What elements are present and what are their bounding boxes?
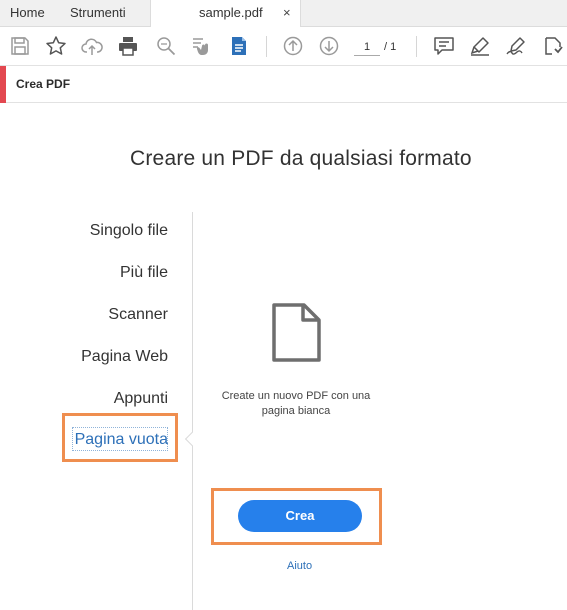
option-scanner[interactable]: Scanner bbox=[108, 306, 168, 324]
help-link[interactable]: Aiuto bbox=[287, 560, 312, 572]
page-total: / 1 bbox=[384, 41, 397, 53]
tab-bar: Home Strumenti sample.pdf × bbox=[0, 0, 567, 28]
panel-header: Crea PDF bbox=[0, 66, 567, 103]
save-icon[interactable] bbox=[9, 35, 31, 57]
panel-accent-bar bbox=[0, 66, 6, 103]
toolbar-separator bbox=[416, 36, 417, 57]
more-tools-icon[interactable] bbox=[541, 35, 563, 57]
highlight-icon[interactable] bbox=[469, 35, 491, 57]
toolbar-separator bbox=[266, 36, 267, 57]
tab-tools[interactable]: Strumenti bbox=[70, 0, 126, 27]
option-singolo-file[interactable]: Singolo file bbox=[90, 222, 168, 240]
selection-pointer bbox=[184, 431, 200, 447]
option-piu-file[interactable]: Più file bbox=[120, 264, 168, 282]
sign-icon[interactable] bbox=[505, 35, 527, 57]
create-pdf-icon[interactable] bbox=[228, 35, 250, 57]
tab-document-label: sample.pdf bbox=[199, 5, 263, 20]
option-appunti[interactable]: Appunti bbox=[114, 390, 168, 408]
vertical-divider bbox=[192, 212, 193, 610]
zoom-icon[interactable] bbox=[155, 35, 177, 57]
option-pagina-vuota[interactable]: Pagina vuota bbox=[75, 431, 168, 449]
star-icon[interactable] bbox=[45, 35, 67, 57]
toolbar: 1 / 1 bbox=[0, 27, 567, 66]
blank-document-icon bbox=[270, 302, 322, 364]
close-icon[interactable]: × bbox=[283, 0, 291, 26]
option-description: Create un nuovo PDF con una pagina bianc… bbox=[221, 390, 371, 417]
print-icon[interactable] bbox=[117, 35, 139, 57]
page-down-icon[interactable] bbox=[318, 35, 340, 57]
page-number-input[interactable]: 1 bbox=[354, 38, 380, 56]
page-title: Creare un PDF da qualsiasi formato bbox=[130, 147, 472, 170]
page-up-icon[interactable] bbox=[282, 35, 304, 57]
panel-title: Crea PDF bbox=[16, 77, 71, 91]
cloud-upload-icon[interactable] bbox=[81, 35, 103, 57]
option-pagina-web[interactable]: Pagina Web bbox=[81, 348, 168, 366]
tab-document[interactable]: sample.pdf × bbox=[150, 0, 301, 28]
scroll-hand-icon[interactable] bbox=[190, 35, 212, 57]
comment-icon[interactable] bbox=[433, 35, 455, 57]
tab-home[interactable]: Home bbox=[10, 0, 45, 27]
create-button[interactable]: Crea bbox=[238, 500, 362, 532]
